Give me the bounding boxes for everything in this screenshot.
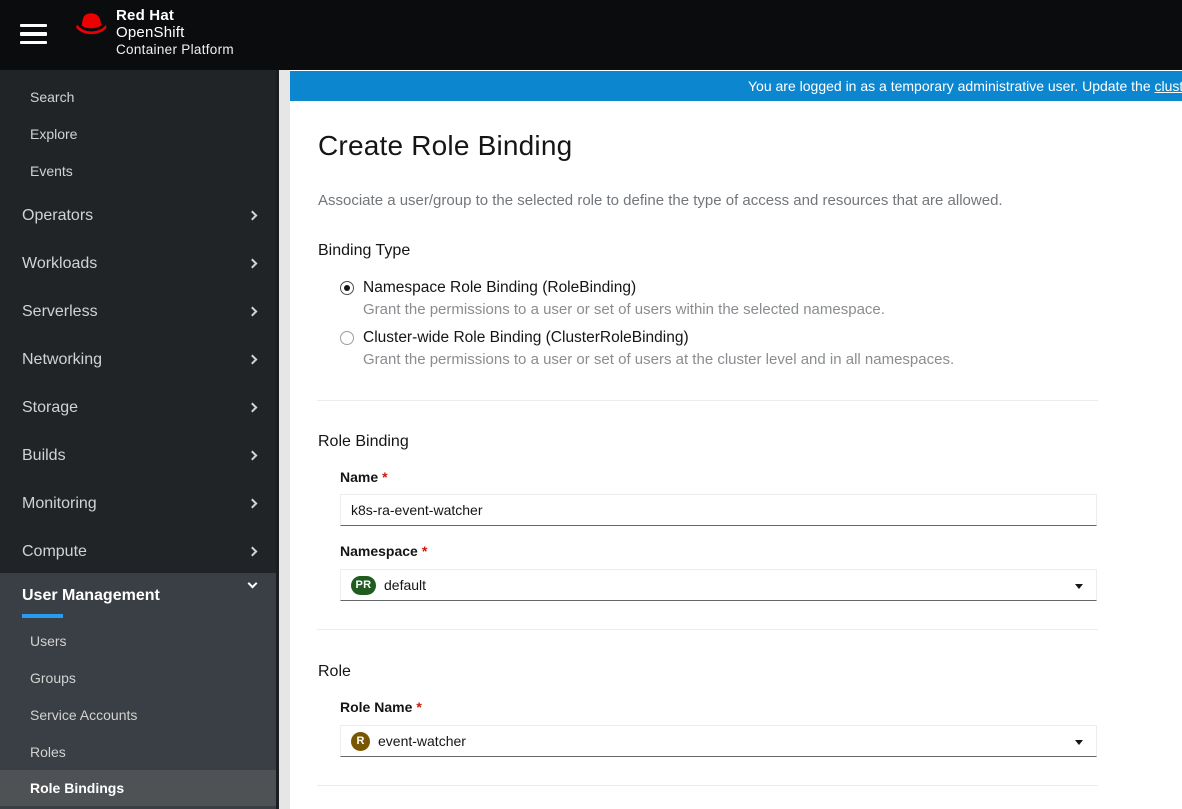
sidebar-scrollbar-track[interactable] <box>276 70 566 809</box>
sidebar-section-storage[interactable]: Storage <box>0 395 276 421</box>
openshift-console: Red Hat OpenShift Container Platform Sea… <box>0 0 1182 809</box>
chevron-right-icon <box>247 258 258 269</box>
sidebar-nav: Search Explore Events Operators Workload… <box>0 70 276 809</box>
namespace-dropdown[interactable]: PR default <box>340 569 1097 601</box>
sidebar-section-compute[interactable]: Compute <box>0 539 276 565</box>
temporary-user-alert-banner: You are logged in as a temporary adminis… <box>290 71 1182 101</box>
sidebar-section-monitoring[interactable]: Monitoring <box>0 491 276 517</box>
chevron-right-icon <box>247 450 258 461</box>
sidebar-item-role-bindings[interactable]: Role Bindings <box>0 770 276 806</box>
chevron-right-icon <box>247 306 258 317</box>
sidebar-item-users[interactable]: Users <box>0 628 276 654</box>
name-input[interactable] <box>340 494 1097 526</box>
page-description: Associate a user/group to the selected r… <box>318 192 1003 209</box>
required-asterisk: * <box>421 543 428 559</box>
chevron-right-icon <box>247 402 258 413</box>
brand-logo: Red Hat OpenShift Container Platform <box>74 7 234 58</box>
main-content: You are logged in as a temporary adminis… <box>290 70 1182 809</box>
required-asterisk: * <box>416 699 422 715</box>
binding-type-label: Binding Type <box>318 242 411 259</box>
radio-namespace-help: Grant the permissions to a user or set o… <box>363 301 885 318</box>
section-divider <box>317 785 1098 786</box>
app-header: Red Hat OpenShift Container Platform <box>0 0 1182 70</box>
radio-cluster-wide-role-binding[interactable]: Cluster-wide Role Binding (ClusterRoleBi… <box>340 328 689 348</box>
banner-message: You are logged in as a temporary adminis… <box>748 78 1155 94</box>
namespace-field-label: Namespace * <box>340 543 428 559</box>
section-divider <box>317 629 1098 630</box>
brand-redhat: Red Hat <box>116 7 175 24</box>
chevron-down-icon <box>247 578 258 589</box>
sidebar-section-operators[interactable]: Operators <box>0 203 276 229</box>
radio-unselected-icon[interactable] <box>340 331 354 345</box>
role-name-field-label: Role Name * <box>340 699 422 715</box>
sidebar-item-explore[interactable]: Explore <box>0 121 276 147</box>
cluster-oauth-link[interactable]: cluster <box>1155 78 1182 94</box>
sidebar-item-service-accounts[interactable]: Service Accounts <box>0 702 276 728</box>
sidebar-section-networking[interactable]: Networking <box>0 347 276 373</box>
brand-container-platform: Container Platform <box>116 42 234 57</box>
sidebar-item-search[interactable]: Search <box>0 84 276 110</box>
radio-selected-icon[interactable] <box>340 281 354 295</box>
chevron-right-icon <box>247 210 258 221</box>
section-divider <box>317 400 1098 401</box>
sidebar-section-workloads[interactable]: Workloads <box>0 251 276 277</box>
radio-cluster-wide-help: Grant the permissions to a user or set o… <box>363 351 955 368</box>
sidebar-section-serverless[interactable]: Serverless <box>0 299 276 325</box>
role-selected-value: event-watcher <box>378 733 466 749</box>
sidebar-section-user-management[interactable]: User Management <box>0 573 276 617</box>
sidebar-item-roles[interactable]: Roles <box>0 739 276 765</box>
active-section-indicator <box>22 614 63 618</box>
caret-down-icon <box>1075 584 1083 589</box>
caret-down-icon <box>1075 740 1083 745</box>
name-field-label: Name * <box>340 469 388 485</box>
hamburger-menu-icon[interactable] <box>20 24 48 44</box>
role-name-dropdown[interactable]: R event-watcher <box>340 725 1097 757</box>
sidebar-item-events[interactable]: Events <box>0 158 276 184</box>
chevron-right-icon <box>247 546 258 557</box>
brand-openshift: OpenShift <box>116 24 185 41</box>
chevron-right-icon <box>247 354 258 365</box>
role-binding-section-label: Role Binding <box>318 433 409 450</box>
sidebar-section-builds[interactable]: Builds <box>0 443 276 469</box>
chevron-right-icon <box>247 498 258 509</box>
page-title: Create Role Binding <box>318 130 573 161</box>
required-asterisk: * <box>382 469 388 485</box>
project-badge-icon: PR <box>351 575 376 595</box>
redhat-logo-icon <box>76 13 107 35</box>
sidebar-section-user-management-expanded: User Management Users Groups Service Acc… <box>0 573 276 809</box>
radio-namespace-role-binding[interactable]: Namespace Role Binding (RoleBinding) <box>340 278 636 298</box>
namespace-selected-value: default <box>384 577 427 593</box>
role-section-label: Role <box>318 663 351 680</box>
role-badge-icon: R <box>351 731 370 751</box>
sidebar-item-groups[interactable]: Groups <box>0 665 276 691</box>
